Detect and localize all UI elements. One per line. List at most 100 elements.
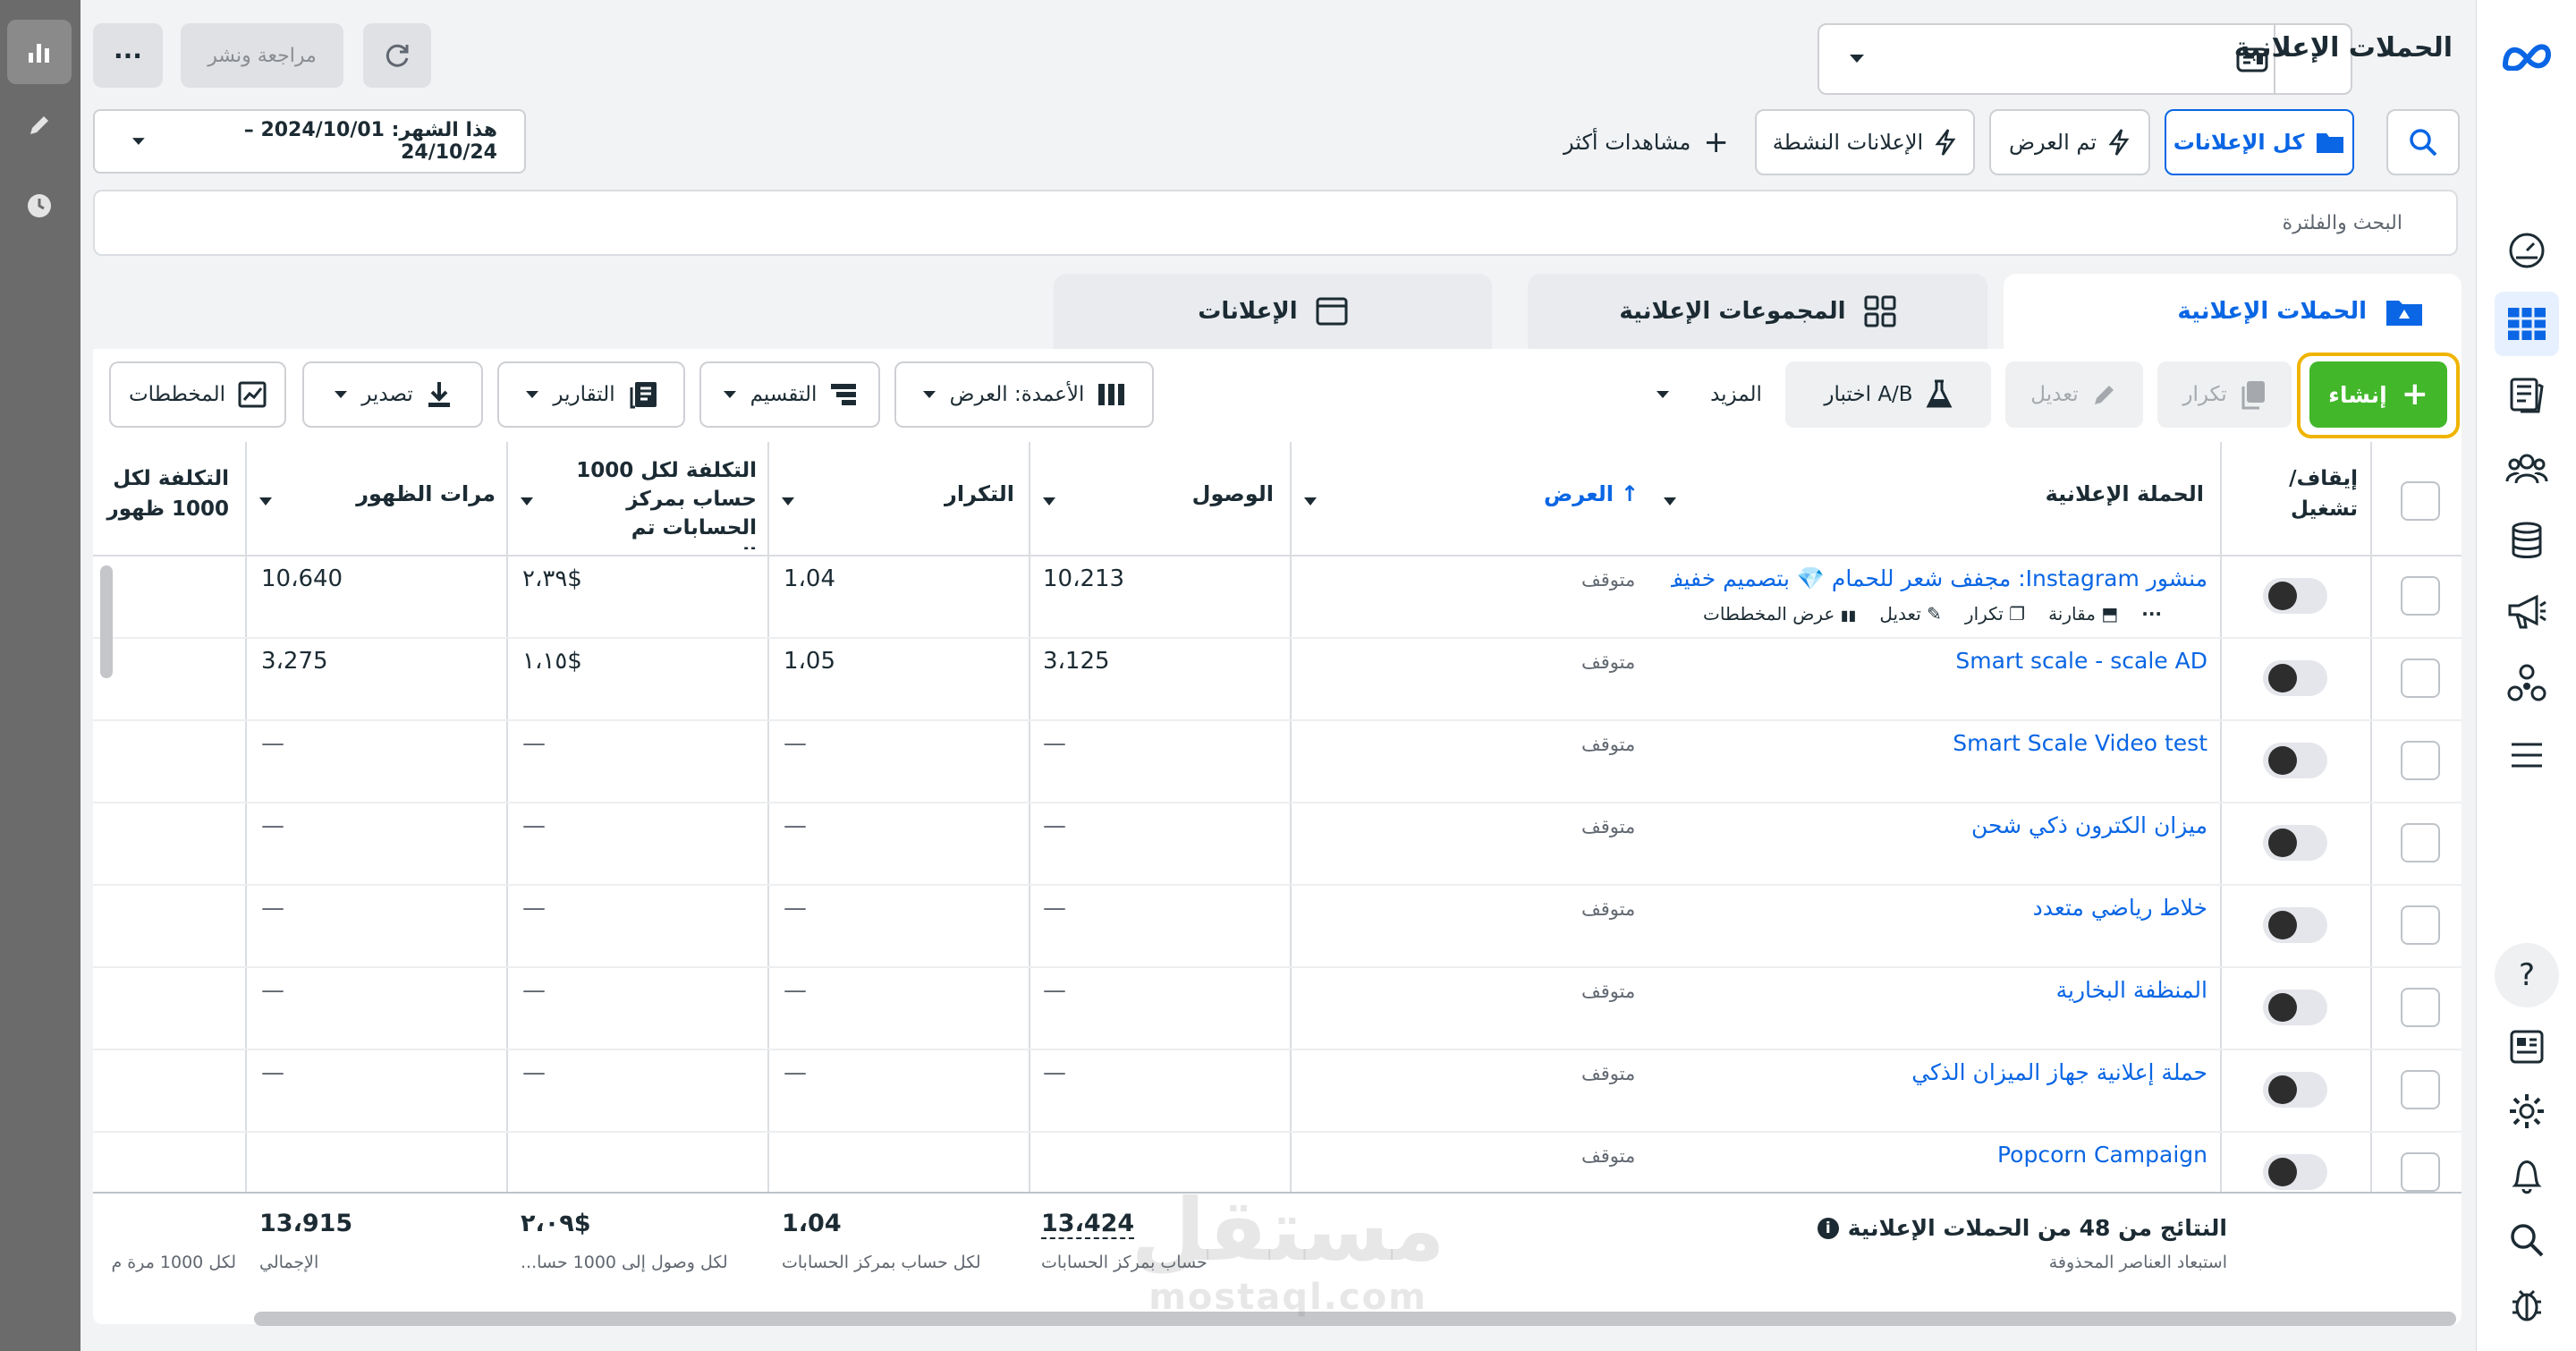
audience-icon[interactable] (2495, 437, 2559, 501)
reports-dropdown[interactable]: التقارير (497, 361, 685, 428)
edit-link-label: تعديل (1879, 603, 1921, 625)
view-charts-link[interactable]: ▮▮ عرض المخططات (1703, 603, 1856, 625)
more-options-button[interactable]: ··· (93, 23, 163, 88)
review-publish-button[interactable]: مراجعة ونشر (181, 23, 343, 88)
date-range-picker[interactable]: هذا الشهر: 2024/10/01 – 24/10/24 (93, 109, 526, 174)
cost-cell: — (522, 977, 546, 1004)
pencil-icon[interactable] (7, 93, 72, 157)
frequency-cell: — (784, 977, 807, 1004)
header-reach[interactable]: الوصول (1148, 481, 1274, 506)
campaign-toggle[interactable] (2263, 743, 2327, 778)
tab-ads[interactable]: الإعلانات (1054, 274, 1492, 349)
delivery-status: متوقف (1581, 734, 1636, 755)
pages-icon[interactable] (2495, 363, 2559, 428)
flask-icon (1926, 379, 1953, 408)
row-checkbox[interactable] (2401, 741, 2440, 780)
breakdown-dropdown[interactable]: التقسيم (699, 361, 880, 428)
campaign-name-link[interactable]: Popcorn Campaign (1997, 1142, 2207, 1168)
tab-ad-sets[interactable]: المجموعات الإعلانية (1528, 274, 1987, 349)
clock-icon[interactable] (7, 174, 72, 238)
help-icon[interactable]: ? (2495, 943, 2559, 1007)
ab-test-button[interactable]: اختبار A/B (1785, 361, 1991, 428)
all-ads-filter[interactable]: كل الإعلانات (2165, 109, 2354, 175)
header-cost-per-1000[interactable]: التكلفة لكل 1000 حساب بمركز الحسابات تم … (544, 456, 757, 549)
more-dropdown[interactable]: المزيد (1646, 361, 1771, 428)
row-checkbox[interactable] (2401, 988, 2440, 1027)
billing-coins-icon[interactable] (2495, 508, 2559, 573)
tab-campaigns[interactable]: الحملات الإعلانية (2004, 274, 2462, 349)
header-impressions[interactable]: مرات الظهور (317, 481, 496, 506)
campaign-name-link[interactable]: المنظفة البخارية (2056, 977, 2207, 1003)
header-campaign[interactable]: الحملة الإعلانية (1667, 481, 2204, 506)
reach-cell: — (1043, 895, 1066, 922)
refresh-button[interactable] (363, 23, 431, 88)
campaign-toggle[interactable] (2263, 660, 2327, 696)
col-divider (245, 442, 247, 1192)
duplicate-button[interactable]: تكرار (2157, 361, 2292, 428)
active-ads-filter[interactable]: الإعلانات النشطة (1755, 109, 1975, 175)
table-grid-icon[interactable] (2495, 292, 2559, 356)
campaign-toggle[interactable] (2263, 990, 2327, 1025)
gear-icon[interactable] (2495, 1079, 2559, 1143)
header-delivery[interactable]: العرض ↑ (1544, 481, 1639, 506)
sort-caret-icon[interactable] (521, 492, 533, 509)
more-views-button[interactable]: مشاهدات أكثر + (1563, 127, 1729, 157)
campaign-toggle[interactable] (2263, 825, 2327, 861)
header-cpm[interactable]: التكلفة لكل 1000 ظهور (93, 463, 229, 528)
bell-icon[interactable] (2495, 1143, 2559, 1208)
charts-button[interactable]: المخططات (109, 361, 286, 428)
columns-dropdown[interactable]: الأعمدة: العرض (894, 361, 1154, 428)
sort-caret-icon[interactable] (1304, 492, 1317, 509)
row-checkbox[interactable] (2401, 823, 2440, 862)
campaign-toggle[interactable] (2263, 907, 2327, 943)
select-all-checkbox[interactable] (2401, 481, 2440, 521)
sort-caret-icon[interactable] (259, 492, 272, 509)
columns-icon (1098, 384, 1125, 405)
row-checkbox[interactable] (2401, 905, 2440, 945)
row-checkbox[interactable] (2401, 1152, 2440, 1192)
news-feed-icon[interactable] (2495, 1015, 2559, 1079)
bug-report-icon[interactable] (2495, 1272, 2559, 1337)
compare-link[interactable]: ⬒ مقارنة (2048, 603, 2118, 625)
analytics-icon[interactable] (7, 20, 72, 84)
campaign-toggle[interactable] (2263, 578, 2327, 614)
row-checkbox[interactable] (2401, 576, 2440, 616)
col-divider (2220, 442, 2222, 1192)
chevron-down-icon (335, 391, 348, 398)
row-checkbox[interactable] (2401, 659, 2440, 698)
edit-link[interactable]: ✎ تعديل (1879, 603, 1942, 625)
row-checkbox[interactable] (2401, 1070, 2440, 1109)
campaign-name-link[interactable]: Smart scale - scale AD (1955, 648, 2207, 674)
row-more-link[interactable]: ··· (2141, 603, 2162, 625)
sort-caret-icon[interactable] (1043, 492, 1055, 509)
megaphone-icon[interactable] (2495, 580, 2559, 644)
total-impressions-sub: الإجمالي (259, 1253, 319, 1272)
dashboard-gauge-icon[interactable] (2495, 218, 2559, 283)
campaign-toggle[interactable] (2263, 1072, 2327, 1108)
events-network-icon[interactable] (2495, 651, 2559, 716)
campaign-toggle[interactable] (2263, 1154, 2327, 1190)
menu-hamburger-icon[interactable] (2495, 723, 2559, 787)
create-button[interactable]: إنشاء + (2309, 361, 2447, 428)
campaign-name-link[interactable]: منشور Instagram: مجفف شعر للحمام 💎 بتصمي… (1671, 565, 2207, 592)
campaign-name-link[interactable]: خلاط رياضي متعدد (2033, 895, 2207, 921)
grid-squares-icon (1864, 295, 1896, 327)
col-divider (1290, 442, 1292, 1192)
search-icon[interactable] (2495, 1208, 2559, 1272)
info-icon[interactable]: i (1817, 1217, 1839, 1239)
duplicate-link[interactable]: ❐ تكرار (1965, 603, 2025, 625)
export-dropdown[interactable]: تصدير (302, 361, 483, 428)
meta-logo-icon[interactable] (2495, 23, 2559, 88)
charts-label: المخططات (129, 383, 225, 406)
campaign-name-link[interactable]: ميزان الكترون ذكي شحن (1971, 812, 2207, 838)
sort-caret-icon[interactable] (782, 492, 794, 509)
search-button[interactable] (2386, 109, 2460, 175)
search-filter-input[interactable]: البحث والفلترة (93, 190, 2458, 256)
campaign-name-link[interactable]: Smart Scale Video test (1953, 730, 2207, 756)
delivered-filter[interactable]: تم العرض (1989, 109, 2150, 175)
sort-caret-icon[interactable] (1664, 492, 1676, 509)
vertical-scrollbar[interactable] (100, 565, 113, 678)
campaign-name-link[interactable]: حملة إعلانية جهاز الميزان الذكي (1911, 1059, 2207, 1085)
header-frequency[interactable]: التكرار (889, 481, 1014, 506)
edit-button[interactable]: تعديل (2005, 361, 2143, 428)
